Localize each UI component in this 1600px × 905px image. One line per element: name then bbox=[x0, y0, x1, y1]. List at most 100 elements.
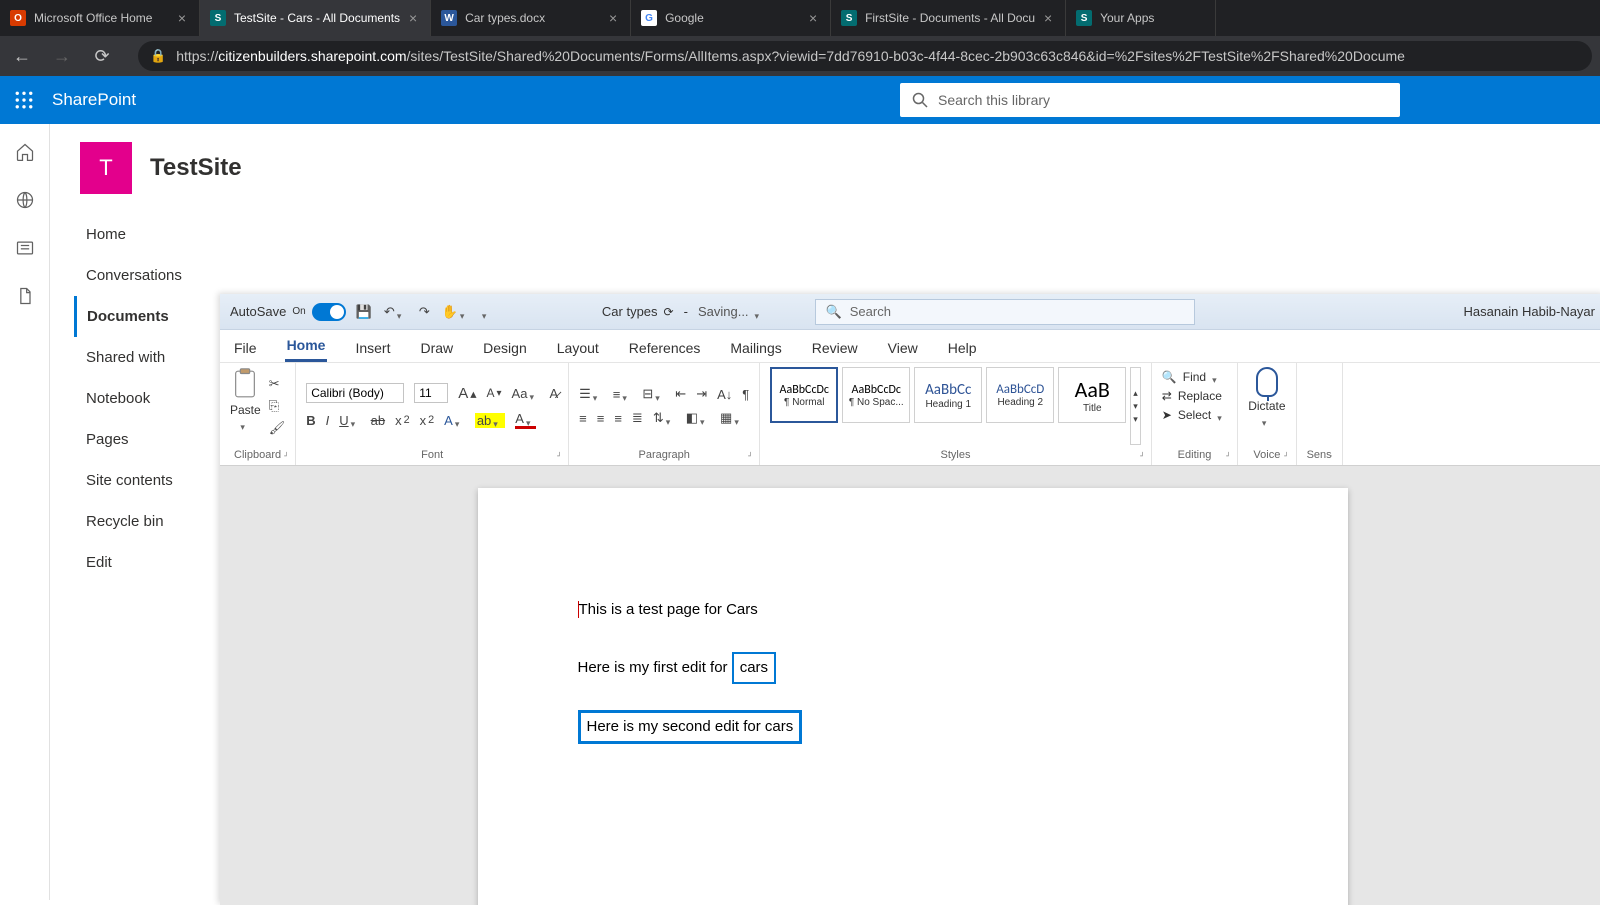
reload-button[interactable]: ⟳ bbox=[88, 42, 116, 70]
tab-design[interactable]: Design bbox=[481, 334, 529, 362]
clear-format-icon[interactable]: A̷ bbox=[549, 386, 558, 401]
search-input[interactable]: Search this library bbox=[900, 83, 1400, 117]
doc-line[interactable]: This is a test page for Cars bbox=[578, 598, 1248, 622]
paste-button[interactable]: Paste bbox=[230, 367, 261, 429]
nav-item-documents[interactable]: Documents bbox=[74, 296, 202, 337]
tab-close-icon[interactable]: × bbox=[806, 11, 820, 25]
align-left-icon[interactable]: ≡ bbox=[579, 411, 587, 426]
tab-references[interactable]: References bbox=[627, 334, 703, 362]
tab-close-icon[interactable]: × bbox=[606, 11, 620, 25]
site-logo[interactable]: T bbox=[80, 142, 132, 194]
decrease-indent-icon[interactable]: ⇤ bbox=[675, 386, 686, 402]
justify-icon[interactable]: ≣ bbox=[632, 410, 643, 426]
tab-help[interactable]: Help bbox=[946, 334, 979, 362]
nav-item-shared[interactable]: Shared with bbox=[86, 337, 202, 378]
multilevel-icon[interactable]: ⊟ bbox=[642, 386, 665, 402]
tab-draw[interactable]: Draw bbox=[418, 334, 455, 362]
strike-button[interactable]: ab bbox=[371, 413, 385, 428]
tab-mailings[interactable]: Mailings bbox=[728, 334, 783, 362]
forward-button[interactable]: → bbox=[48, 42, 76, 70]
browser-tab[interactable]: W Car types.docx × bbox=[431, 0, 631, 36]
back-button[interactable]: ← bbox=[8, 42, 36, 70]
style-normal[interactable]: AaBbCcDc¶ Normal bbox=[770, 367, 838, 423]
cut-icon[interactable]: ✂ bbox=[269, 376, 286, 392]
tracked-change-box[interactable]: Here is my second edit for cars bbox=[578, 710, 803, 744]
change-case-icon[interactable]: Aa bbox=[512, 386, 540, 401]
qat-customize-icon[interactable] bbox=[482, 304, 492, 320]
nav-item-notebook[interactable]: Notebook bbox=[86, 378, 202, 419]
tab-close-icon[interactable]: × bbox=[1041, 11, 1055, 25]
tab-file[interactable]: File bbox=[232, 334, 259, 362]
autosave-toggle[interactable]: AutoSave On bbox=[230, 303, 346, 321]
select-button[interactable]: ➤Select bbox=[1162, 407, 1227, 423]
style-title[interactable]: AaBTitle bbox=[1058, 367, 1126, 423]
tab-close-icon[interactable]: × bbox=[175, 11, 189, 25]
site-title[interactable]: TestSite bbox=[150, 154, 242, 182]
font-name-combo[interactable] bbox=[306, 383, 404, 403]
align-right-icon[interactable]: ≡ bbox=[614, 411, 622, 426]
account-name[interactable]: Hasanain Habib-Nayar bbox=[1463, 304, 1595, 319]
find-button[interactable]: 🔍Find bbox=[1162, 369, 1227, 385]
sort-icon[interactable]: A↓ bbox=[717, 387, 732, 402]
doc-line[interactable]: Here is my first edit for cars bbox=[578, 652, 1248, 684]
style-scroll-up-icon[interactable]: ▴ bbox=[1133, 388, 1138, 399]
touch-mode-icon[interactable]: ✋ bbox=[442, 304, 470, 320]
subscript-button[interactable]: x2 bbox=[395, 413, 410, 428]
shading-icon[interactable]: ◧ bbox=[686, 410, 710, 426]
app-name[interactable]: SharePoint bbox=[48, 90, 136, 110]
nav-item-home[interactable]: Home bbox=[86, 214, 202, 255]
address-bar[interactable]: 🔒 https://citizenbuilders.sharepoint.com… bbox=[138, 41, 1592, 71]
globe-icon[interactable] bbox=[15, 190, 35, 210]
align-center-icon[interactable]: ≡ bbox=[597, 411, 605, 426]
underline-button[interactable]: U bbox=[339, 413, 360, 428]
tab-home[interactable]: Home bbox=[285, 331, 328, 362]
doc-line[interactable]: Here is my second edit for cars bbox=[578, 710, 1248, 744]
dictate-button[interactable]: Dictate bbox=[1248, 367, 1285, 425]
tab-insert[interactable]: Insert bbox=[353, 334, 392, 362]
nav-item-conversations[interactable]: Conversations bbox=[86, 255, 202, 296]
browser-tab[interactable]: S Your Apps bbox=[1066, 0, 1216, 36]
files-icon[interactable] bbox=[15, 286, 35, 306]
numbering-icon[interactable]: ≡ bbox=[613, 387, 633, 402]
tab-close-icon[interactable]: × bbox=[406, 11, 420, 25]
app-launcher-icon[interactable] bbox=[0, 91, 48, 109]
document-title[interactable]: Car types ⟳ - Saving... bbox=[602, 304, 765, 319]
shrink-font-icon[interactable]: A▾ bbox=[487, 386, 502, 400]
show-marks-icon[interactable]: ¶ bbox=[742, 387, 749, 402]
borders-icon[interactable]: ▦ bbox=[720, 410, 744, 426]
undo-button[interactable]: ↶ bbox=[384, 304, 407, 320]
tracked-change-box[interactable]: cars bbox=[732, 652, 776, 684]
format-painter-icon[interactable]: 🖌 bbox=[269, 420, 286, 436]
text-effects-icon[interactable]: A bbox=[444, 413, 465, 428]
style-nospacing[interactable]: AaBbCcDc¶ No Spac... bbox=[842, 367, 910, 423]
browser-tab[interactable]: Google × bbox=[631, 0, 831, 36]
nav-item-edit[interactable]: Edit bbox=[86, 542, 202, 583]
news-icon[interactable] bbox=[15, 238, 35, 258]
bold-button[interactable]: B bbox=[306, 413, 315, 428]
document-page[interactable]: This is a test page for Cars Here is my … bbox=[478, 488, 1348, 905]
browser-tab[interactable]: S TestSite - Cars - All Documents × bbox=[200, 0, 431, 36]
style-scroll-down-icon[interactable]: ▾ bbox=[1133, 401, 1138, 412]
tell-me-search[interactable]: 🔍 Search bbox=[815, 299, 1195, 325]
font-color-icon[interactable]: A bbox=[515, 411, 536, 429]
style-heading1[interactable]: AaBbCcHeading 1 bbox=[914, 367, 982, 423]
replace-button[interactable]: ⇄Replace bbox=[1162, 388, 1227, 404]
copy-icon[interactable]: ⎘ bbox=[269, 398, 286, 414]
tab-layout[interactable]: Layout bbox=[555, 334, 601, 362]
line-spacing-icon[interactable]: ⇅ bbox=[653, 410, 676, 426]
font-size-combo[interactable] bbox=[414, 383, 448, 403]
tab-review[interactable]: Review bbox=[810, 334, 860, 362]
style-heading2[interactable]: AaBbCcDHeading 2 bbox=[986, 367, 1054, 423]
grow-font-icon[interactable]: A▴ bbox=[458, 385, 476, 402]
nav-item-sitecontents[interactable]: Site contents bbox=[86, 460, 202, 501]
tab-view[interactable]: View bbox=[886, 334, 920, 362]
browser-tab[interactable]: S FirstSite - Documents - All Docu × bbox=[831, 0, 1066, 36]
browser-tab[interactable]: O Microsoft Office Home × bbox=[0, 0, 200, 36]
superscript-button[interactable]: x2 bbox=[420, 413, 435, 428]
increase-indent-icon[interactable]: ⇥ bbox=[696, 386, 707, 402]
style-gallery-more-icon[interactable]: ▾ bbox=[1133, 414, 1138, 425]
document-canvas[interactable]: This is a test page for Cars Here is my … bbox=[220, 466, 1600, 905]
bullets-icon[interactable]: ☰ bbox=[579, 386, 603, 402]
nav-item-recyclebin[interactable]: Recycle bin bbox=[86, 501, 202, 542]
nav-item-pages[interactable]: Pages bbox=[86, 419, 202, 460]
